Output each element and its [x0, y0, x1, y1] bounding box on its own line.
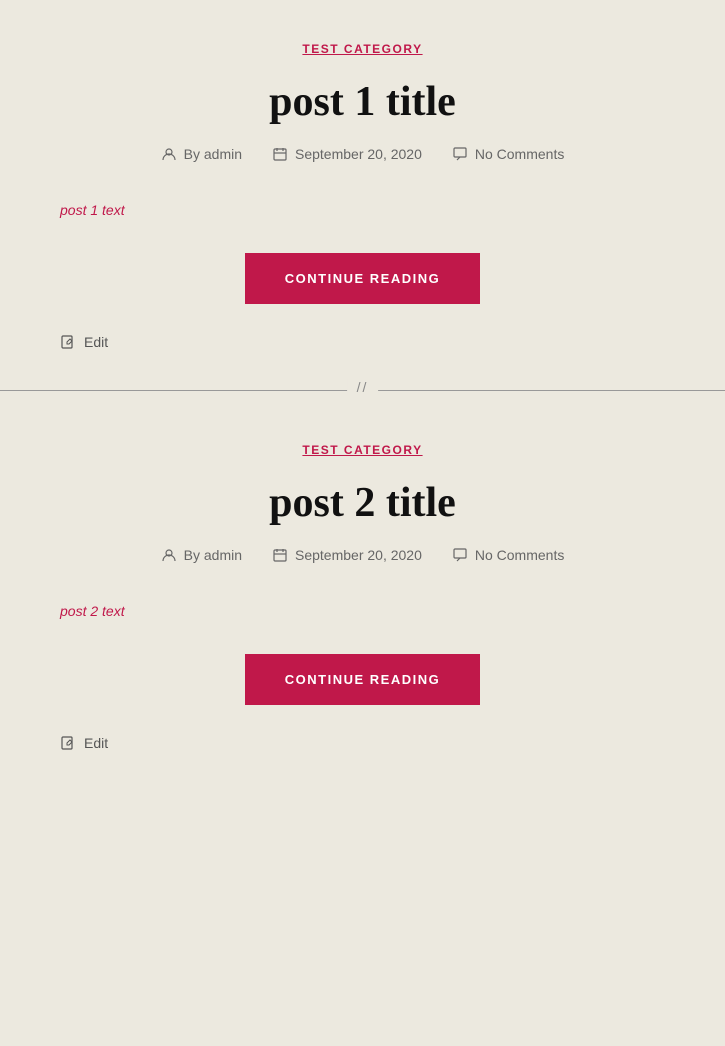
post-2-comments: No Comments — [475, 547, 564, 563]
comment-icon — [452, 146, 468, 162]
edit-icon-2 — [60, 735, 76, 751]
edit-icon-1 — [60, 334, 76, 350]
post-1-meta: By admin September 20, 2020 No Comment — [60, 146, 665, 162]
post-article-2: TEST CATEGORY post 2 title By admin — [0, 401, 725, 781]
post-1-date-meta: September 20, 2020 — [272, 146, 422, 162]
post-2-continue-reading-button[interactable]: CONTINUE READING — [245, 654, 480, 705]
post-2-excerpt: post 2 text — [60, 603, 665, 619]
post-1-title: post 1 title — [60, 78, 665, 126]
post-2-category: TEST CATEGORY — [60, 441, 665, 459]
post-2-category-link[interactable]: TEST CATEGORY — [302, 443, 422, 457]
post-2-author-meta: By admin — [161, 547, 242, 563]
post-1-author: By admin — [184, 146, 242, 162]
divider-symbol: // — [347, 379, 379, 395]
post-2-meta: By admin September 20, 2020 No Comment — [60, 547, 665, 563]
post-2-title: post 2 title — [60, 479, 665, 527]
post-1-category: TEST CATEGORY — [60, 40, 665, 58]
post-1-date: September 20, 2020 — [295, 146, 422, 162]
post-article-1: TEST CATEGORY post 1 title By admin — [0, 0, 725, 380]
post-2-date-meta: September 20, 2020 — [272, 547, 422, 563]
posts-divider: // — [0, 390, 725, 391]
post-1-comments: No Comments — [475, 146, 564, 162]
post-1-edit: Edit — [60, 334, 665, 350]
post-1-edit-label[interactable]: Edit — [84, 334, 108, 350]
calendar-icon-2 — [272, 547, 288, 563]
post-2-author: By admin — [184, 547, 242, 563]
author-icon — [161, 146, 177, 162]
author-icon-2 — [161, 547, 177, 563]
post-1-excerpt: post 1 text — [60, 202, 665, 218]
calendar-icon — [272, 146, 288, 162]
post-2-date: September 20, 2020 — [295, 547, 422, 563]
post-1-category-link[interactable]: TEST CATEGORY — [302, 42, 422, 56]
comment-icon-2 — [452, 547, 468, 563]
post-1-comments-meta: No Comments — [452, 146, 564, 162]
post-1-continue-reading-button[interactable]: CONTINUE READING — [245, 253, 480, 304]
post-2-comments-meta: No Comments — [452, 547, 564, 563]
post-2-edit: Edit — [60, 735, 665, 751]
post-1-author-meta: By admin — [161, 146, 242, 162]
post-2-edit-label[interactable]: Edit — [84, 735, 108, 751]
